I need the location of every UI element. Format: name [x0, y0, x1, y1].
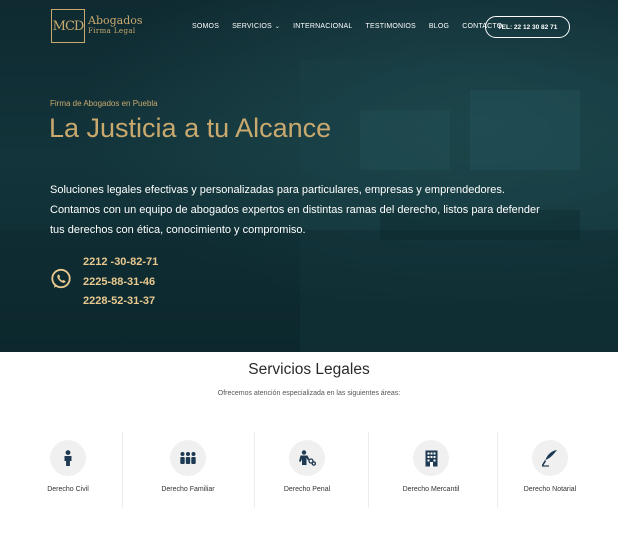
service-label: Derecho Civil [47, 486, 89, 493]
service-icon-circle [289, 440, 325, 476]
service-derecho-civil[interactable]: Derecho Civil [8, 432, 128, 512]
building-icon [425, 450, 437, 466]
nav-somos-label: SOMOS [192, 23, 220, 30]
whatsapp-icon[interactable] [50, 268, 72, 290]
logo-monogram: MCD [51, 9, 85, 43]
hero-lead-line: tus derechos con ética, conocimiento y c… [50, 224, 306, 237]
hero-headline: La Justicia a tu Alcance [49, 113, 332, 143]
nav-internacional[interactable]: INTERNACIONAL [293, 23, 352, 30]
nav-servicios[interactable]: SERVICIOS ⌄ [232, 23, 280, 30]
service-icon-circle [413, 440, 449, 476]
nav-testimonios-label: TESTIMONIOS [365, 23, 416, 30]
services-subtitle: Ofrecemos atención especializada en las … [217, 390, 401, 397]
phone-button[interactable]: TEL: 22 12 30 82 71 [485, 16, 570, 38]
hero-eyebrow: Firma de Abogados en Puebla [50, 99, 158, 108]
service-label: Derecho Notarial [523, 486, 577, 493]
phone-list: 2212 -30-82-71 2225-88-31-46 2228-52-31-… [83, 253, 158, 312]
nav-testimonios[interactable]: TESTIMONIOS [365, 23, 415, 30]
service-divider [368, 432, 369, 508]
service-icon-circle [532, 440, 568, 476]
service-divider [122, 432, 123, 508]
service-icon-circle [50, 440, 86, 476]
logo-name: Abogados [88, 14, 143, 27]
phone-number[interactable]: 2212 -30-82-71 [83, 253, 158, 273]
main-nav: SOMOS SERVICIOS ⌄ INTERNACIONAL TESTIMONI… [192, 23, 515, 30]
chevron-down-icon: ⌄ [274, 24, 281, 30]
hero-lead-line: Soluciones legales efectivas y personali… [50, 184, 505, 196]
services-list: Derecho Civil Derecho Familiar Derecho P… [0, 432, 618, 512]
logo[interactable]: MCD Abogados Firma Legal [51, 9, 143, 43]
hero-lead: Soluciones legales efectivas y personali… [50, 180, 540, 241]
service-derecho-penal[interactable]: Derecho Penal [247, 432, 367, 512]
phone-number[interactable]: 2225-88-31-46 [83, 273, 158, 293]
service-label: Derecho Familiar [161, 486, 215, 493]
hero-section: MCD Abogados Firma Legal SOMOS SERVICIOS… [0, 0, 618, 352]
pen-icon [541, 450, 557, 467]
service-derecho-familiar[interactable]: Derecho Familiar [128, 432, 248, 512]
nav-blog[interactable]: BLOG [429, 23, 449, 30]
service-label: Derecho Penal [283, 486, 331, 493]
logo-text: Abogados Firma Legal [88, 15, 143, 37]
service-derecho-notarial[interactable]: Derecho Notarial [490, 432, 610, 512]
nav-blog-label: BLOG [428, 23, 450, 30]
nav-internacional-label: INTERNACIONAL [293, 23, 353, 30]
service-derecho-mercantil[interactable]: Derecho Mercantil [371, 432, 491, 512]
hero-lead-line: Contamos con un equipo de abogados exper… [50, 204, 540, 217]
service-label: Derecho Mercantil [402, 486, 460, 493]
nav-servicios-label: SERVICIOS [232, 23, 272, 30]
handcuffs-person-icon [299, 450, 316, 466]
nav-somos[interactable]: SOMOS [192, 23, 219, 30]
phone-number[interactable]: 2228-52-31-37 [83, 292, 158, 312]
person-icon [64, 450, 72, 466]
logo-subtitle: Firma Legal [88, 27, 136, 35]
service-icon-circle [170, 440, 206, 476]
family-icon [180, 452, 196, 464]
services-title: Servicios Legales [248, 361, 370, 378]
